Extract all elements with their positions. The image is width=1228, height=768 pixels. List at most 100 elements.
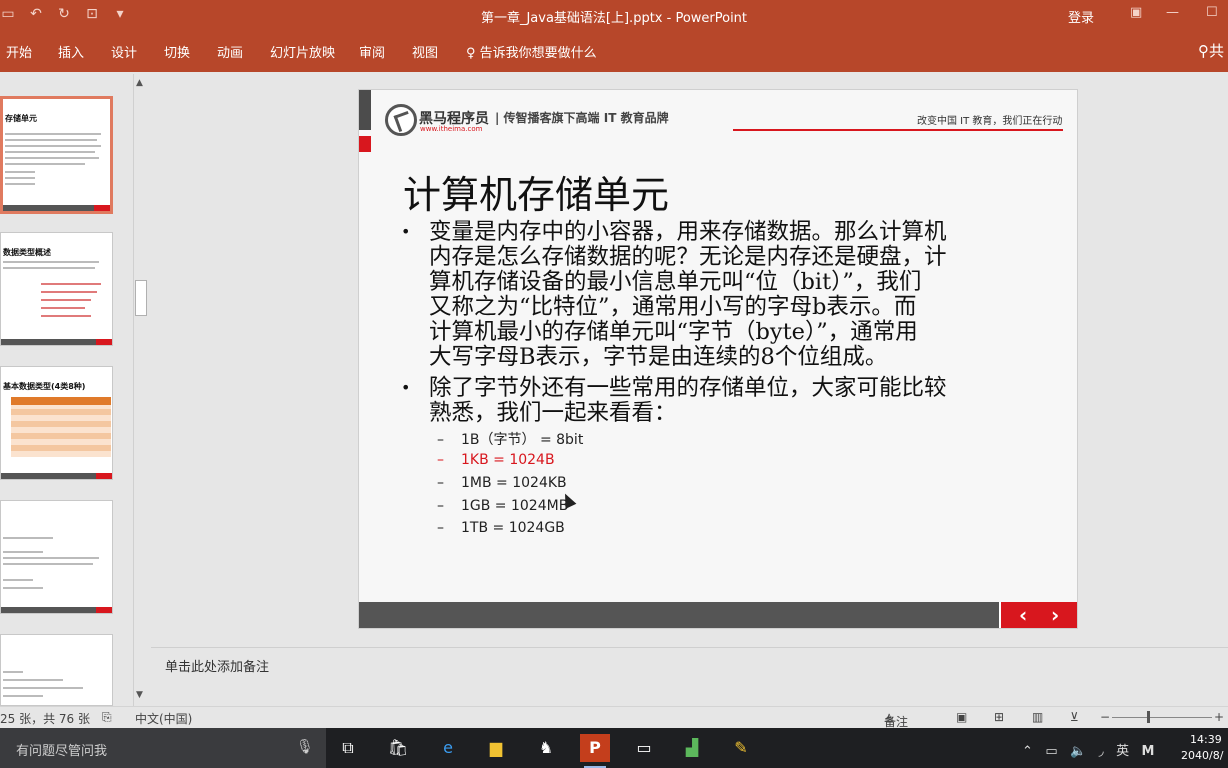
thumbnail-slide[interactable]: 数据类型概述 [0, 232, 113, 346]
scroll-up-icon[interactable]: ▲ [136, 78, 143, 88]
chevron-right-icon[interactable]: › [1051, 603, 1059, 627]
paint-app-icon[interactable]: ✎ [726, 734, 756, 762]
slide-title[interactable]: 计算机存储单元 [403, 164, 669, 219]
ime-mode-indicator[interactable]: M [1141, 744, 1154, 759]
tab-insert[interactable]: 插入 [58, 42, 84, 61]
bullet-paragraph-2[interactable]: 除了字节外还有一些常用的存储单位，大家可能比较 熟悉，我们一起来看看： [429, 376, 947, 426]
header-underline [733, 129, 1063, 131]
text-line: 算机存储设备的最小信息单元叫“位（bit）”，我们 [429, 269, 922, 295]
tell-me-search[interactable]: ♀ 告诉我你想要做什么 [466, 42, 597, 61]
scroll-down-icon[interactable]: ▼ [136, 690, 143, 700]
person-icon: ⚲ [1198, 42, 1209, 60]
tab-design[interactable]: 设计 [111, 42, 137, 61]
tab-animations[interactable]: 动画 [217, 42, 243, 61]
slide-footer-bar [359, 602, 999, 628]
store-icon[interactable]: 🛍 [383, 734, 413, 762]
cortana-search-box[interactable]: 有问题尽管问我 🎙 [0, 728, 326, 768]
powerpoint-icon[interactable]: P [580, 734, 610, 768]
volume-icon[interactable]: 🔈 [1070, 744, 1086, 759]
network-icon[interactable]: ◞ [1099, 744, 1104, 759]
normal-view-icon[interactable]: ▣ [956, 710, 967, 724]
text-line: 除了字节外还有一些常用的存储单位，大家可能比较 [429, 375, 947, 401]
text-line: 变量是内存中的小容器，用来存储数据。那么计算机 [429, 219, 947, 245]
thumbnail-slide[interactable] [0, 500, 113, 614]
slide-canvas[interactable]: 黑马程序员 www.itheima.com | 传智播客旗下高端 IT 教育品牌… [358, 89, 1078, 629]
sub-list-item[interactable]: –1B（字节） = 8bit [437, 429, 583, 449]
tell-me-label: 告诉我你想要做什么 [479, 46, 597, 61]
ribbon-tabs: 开始 插入 设计 切换 动画 幻灯片放映 审阅 视图 ♀ 告诉我你想要做什么 ⚲… [0, 30, 1228, 72]
brand-url: www.itheima.com [420, 125, 483, 133]
thumbnail-slide[interactable] [0, 634, 113, 706]
sub-item-text: 1B（字节） = 8bit [461, 432, 584, 448]
clock-time[interactable]: 14:39 [1190, 733, 1222, 746]
zoom-slider[interactable] [1112, 717, 1212, 718]
text-line: 熟悉，我们一起来看看： [429, 400, 677, 426]
search-placeholder: 有问题尽管问我 [16, 744, 108, 759]
minimize-icon[interactable]: — [1166, 5, 1179, 20]
tab-slideshow[interactable]: 幻灯片放映 [270, 42, 335, 61]
tab-home[interactable]: 开始 [6, 42, 32, 61]
slide-thumbnail-pane: 存储单元 数据类型概述 基本数据类型(4类8种) [0, 74, 150, 706]
command-prompt-icon[interactable]: ▭ [629, 734, 659, 762]
language-indicator[interactable]: 中文(中国) [135, 710, 192, 727]
zoom-out-icon[interactable]: − [1100, 710, 1110, 724]
spellcheck-icon[interactable]: ⎘ [102, 710, 112, 725]
lightbulb-icon: ♀ [466, 46, 476, 61]
zoom-in-icon[interactable]: + [1214, 710, 1224, 724]
file-explorer-icon[interactable]: ▆ [481, 734, 511, 762]
status-bar: 25 张，共 76 张 ⎘ 中文(中国) ≜ 备注 ▣ ⊞ ▥ ⊻ − + [0, 706, 1228, 729]
notes-placeholder[interactable]: 单击此处添加备注 [165, 656, 269, 675]
text-line: 计算机最小的存储单元叫“字节（byte）”，通常用 [429, 319, 918, 345]
scrollbar-thumb[interactable] [135, 280, 147, 316]
app-icon[interactable]: ♞ [531, 734, 561, 762]
tab-view[interactable]: 视图 [412, 42, 438, 61]
tab-transitions[interactable]: 切换 [164, 42, 190, 61]
sub-item-text: 1TB = 1024GB [461, 520, 565, 536]
ribbon-display-options-icon[interactable]: ▣ [1130, 5, 1142, 20]
bullet-dot: • [401, 222, 411, 241]
thumbnail-title: 基本数据类型(4类8种) [3, 382, 86, 391]
ime-indicator[interactable]: 英 [1116, 744, 1129, 759]
thumbnail-scrollbar[interactable] [133, 74, 149, 706]
slideshow-view-icon[interactable]: ⊻ [1070, 710, 1079, 724]
bullet-paragraph-1[interactable]: 变量是内存中的小容器，用来存储数据。那么计算机 内存是怎么存储数据的呢？无论是内… [429, 220, 947, 370]
thumbnail-title: 数据类型概述 [3, 248, 51, 257]
edge-browser-icon[interactable]: e [433, 734, 463, 762]
text-line: 大写字母B表示，字节是由连续的8个位组成。 [429, 344, 888, 370]
microphone-icon[interactable]: 🎙 [296, 739, 314, 755]
text-line: 又称之为“比特位”，通常用小写的字母b表示。而 [429, 294, 917, 320]
reading-view-icon[interactable]: ▥ [1032, 710, 1043, 724]
clock-date[interactable]: 2040/8/ [1181, 749, 1223, 762]
thumbnail-slide[interactable]: 存储单元 [0, 96, 113, 214]
sub-item-text: 1MB = 1024KB [461, 475, 567, 491]
slide-sorter-icon[interactable]: ⊞ [994, 710, 1004, 724]
task-view-icon[interactable]: ⧉ [333, 734, 363, 762]
brand-tagline: | 传智播客旗下高端 IT 教育品牌 [495, 111, 669, 125]
battery-icon[interactable]: ▭ [1045, 744, 1057, 759]
bullet-dot: • [401, 378, 411, 397]
system-tray: ⌃ ▭ 🔈 ◞ 英 M [1022, 740, 1154, 759]
sub-item-text: 1KB = 1024B [461, 452, 555, 468]
tab-review[interactable]: 审阅 [359, 42, 385, 61]
share-button[interactable]: ⚲共 [1198, 40, 1224, 61]
thumbnail-title: 存储单元 [5, 114, 37, 123]
brand-logo-icon [385, 104, 417, 136]
thumbnail-slide[interactable]: 基本数据类型(4类8种) [0, 366, 113, 480]
header-accent-dark [359, 90, 371, 130]
chevron-up-icon[interactable]: ⌃ [1022, 744, 1033, 759]
sub-list-item[interactable]: –1GB = 1024MB [437, 498, 568, 514]
sub-list-item[interactable]: –1MB = 1024KB [437, 475, 567, 491]
notes-pane[interactable]: 单击此处添加备注 [151, 647, 1228, 705]
slide-counter: 25 张，共 76 张 [0, 712, 90, 726]
header-slogan: 改变中国 IT 教育，我们正在行动 [917, 116, 1063, 127]
maximize-icon[interactable]: ☐ [1206, 5, 1218, 20]
title-bar: ▭ ↶ ↻ ⊡ ▾ 第一章_Java基础语法[上].pptx - PowerPo… [0, 0, 1228, 30]
windows-taskbar: 有问题尽管问我 🎙 ⧉ 🛍 e ▆ ♞ P ▭ ▟ ✎ ⌃ ▭ 🔈 ◞ 英 M … [0, 728, 1228, 768]
sub-list-item[interactable]: –1KB = 1024B [437, 452, 555, 468]
login-button[interactable]: 登录 [1068, 7, 1094, 26]
zoom-slider-handle[interactable] [1147, 711, 1150, 723]
sub-list-item[interactable]: –1TB = 1024GB [437, 520, 565, 536]
chart-app-icon[interactable]: ▟ [677, 734, 707, 762]
chevron-left-icon[interactable]: ‹ [1019, 603, 1027, 627]
slide-nav-buttons: ‹ › [999, 602, 1077, 628]
